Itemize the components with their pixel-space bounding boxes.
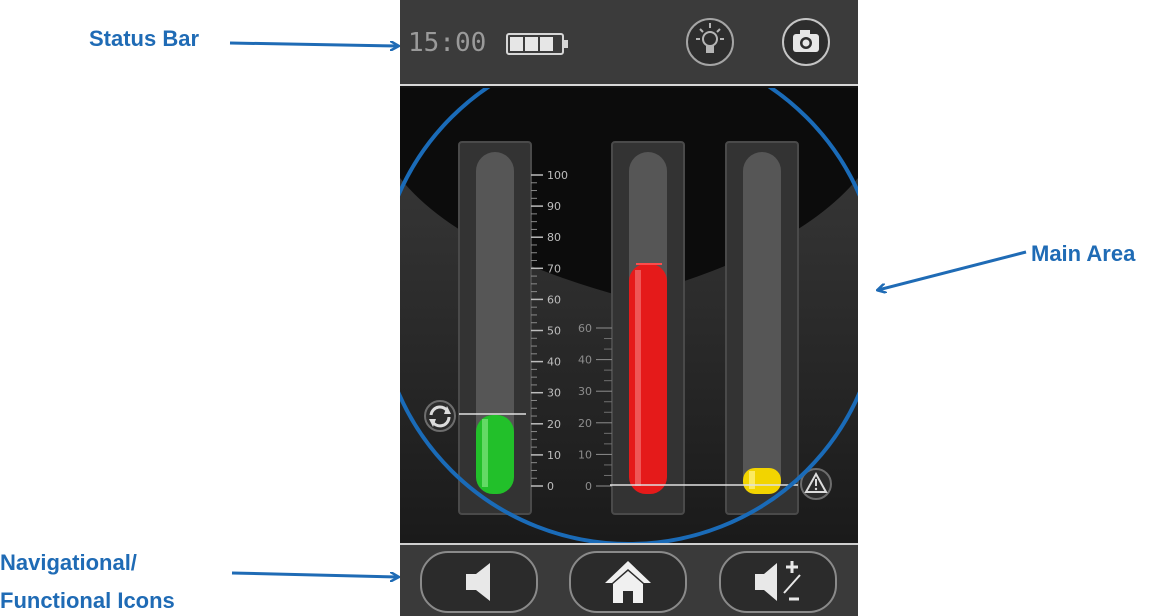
device-screen: 15:00 100 90 80 70 60 50 40 30 20 10 0 6…	[400, 0, 858, 616]
clock-time: 15:00	[408, 28, 487, 58]
green-scale-label: 20	[547, 418, 561, 431]
camera-icon[interactable]	[780, 16, 832, 68]
navigation-bar	[400, 543, 858, 616]
yellow-gauge-tube	[743, 152, 781, 494]
nav-callout-line1: Navigational/	[0, 550, 137, 575]
yellow-gauge-highlight	[749, 471, 755, 489]
red-scale-label: 60	[578, 322, 592, 335]
red-gauge-fill	[629, 264, 667, 494]
green-gauge-highlight	[482, 419, 488, 487]
status-bar: 15:00	[400, 0, 858, 86]
volume-adjust-icon	[755, 561, 801, 601]
volume-adjust-button[interactable]	[719, 551, 837, 613]
green-scale-label: 60	[547, 293, 561, 306]
home-button[interactable]	[569, 551, 687, 613]
red-gauge-highlight	[635, 270, 641, 486]
status-bar-arrow	[229, 43, 398, 46]
red-scale-label: 40	[578, 354, 592, 367]
main-area-callout: Main Area	[1031, 241, 1136, 266]
yellow-gauge-fill	[743, 468, 781, 494]
red-scale-label: 30	[578, 385, 592, 398]
green-scale-label: 0	[547, 480, 554, 493]
refresh-icon[interactable]	[424, 400, 456, 432]
speaker-icon	[466, 563, 490, 601]
sound-button[interactable]	[420, 551, 538, 613]
nav-callout-line2: Functional Icons	[0, 588, 175, 613]
red-scale-label: 0	[585, 480, 592, 493]
nav-arrow	[231, 571, 398, 577]
green-scale-label: 90	[547, 200, 561, 213]
main-area-arrow	[878, 250, 1027, 290]
red-scale-label: 10	[578, 448, 592, 461]
home-icon	[605, 561, 651, 603]
green-scale-label: 50	[547, 325, 561, 338]
red-scale-label: 20	[578, 417, 592, 430]
status-bar-callout: Status Bar	[89, 26, 200, 51]
lightbulb-icon[interactable]	[684, 16, 736, 68]
main-area: 100 90 80 70 60 50 40 30 20 10 0 60 40 30 20 10 0	[400, 88, 858, 543]
green-scale-label: 100	[547, 169, 568, 182]
gauge-panel: 1009080706050403020100 60403020100	[400, 88, 858, 543]
green-scale-label: 70	[547, 262, 561, 275]
green-scale-label: 30	[547, 387, 561, 400]
green-scale-label: 80	[547, 231, 561, 244]
battery-icon	[506, 33, 568, 55]
green-scale-label: 40	[547, 356, 561, 369]
green-scale-label: 10	[547, 449, 561, 462]
green-gauge-fill	[476, 415, 514, 494]
